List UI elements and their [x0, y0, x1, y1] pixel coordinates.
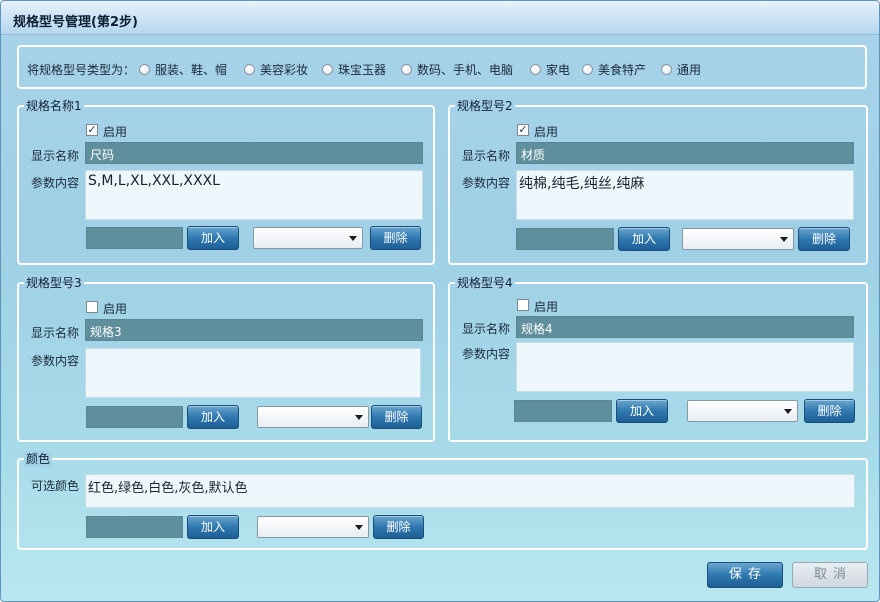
- checkmark-icon: ✓: [87, 123, 97, 136]
- spec2-enable-label: 启用: [534, 125, 559, 139]
- spec4-delete-button[interactable]: 删除: [804, 399, 855, 423]
- radio-icon[interactable]: [582, 64, 593, 75]
- chevron-down-icon: [355, 415, 363, 420]
- spec3-params-label: 参数内容: [31, 354, 80, 368]
- spec-type-label: 将规格型号类型为：: [27, 63, 136, 77]
- spec1-enable-label: 启用: [103, 125, 128, 139]
- checkmark-icon: ✓: [518, 123, 528, 136]
- color-legend: 颜色: [24, 451, 53, 467]
- color-options-label: 可选颜色: [31, 479, 80, 493]
- spec4-new-param-input[interactable]: [514, 400, 612, 422]
- spec3-display-name-input[interactable]: 规格3: [85, 319, 423, 341]
- radio-icon[interactable]: [661, 64, 672, 75]
- chevron-down-icon: [355, 525, 363, 530]
- spec-type-selector: 将规格型号类型为： 服装、鞋、帽 美容彩妆 珠宝玉器 数码、手机、电脑 家电 美…: [17, 45, 867, 89]
- spec4-display-name-label: 显示名称: [462, 322, 511, 336]
- spec2-param-select[interactable]: [682, 228, 794, 250]
- spec2-panel: 规格型号2 ✓ 启用 显示名称 材质 参数内容 纯棉,纯毛,纯丝,纯麻 加入 删…: [448, 98, 868, 265]
- spec3-add-button[interactable]: 加入: [187, 405, 239, 429]
- spec1-new-param-input[interactable]: [86, 227, 183, 249]
- spec1-enable-checkbox[interactable]: ✓: [86, 124, 98, 136]
- spec3-delete-button[interactable]: 删除: [371, 405, 422, 429]
- spec1-add-button[interactable]: 加入: [187, 226, 239, 250]
- spec1-display-name-label: 显示名称: [31, 149, 80, 163]
- cancel-button[interactable]: 取消: [792, 562, 868, 588]
- spec3-params-textarea[interactable]: [85, 348, 421, 398]
- spec1-param-select[interactable]: [253, 227, 363, 249]
- spec2-legend: 规格型号2: [455, 98, 515, 114]
- radio-option-general[interactable]: 通用: [661, 61, 701, 78]
- radio-option-appliances[interactable]: 家电: [530, 61, 570, 78]
- spec-manager-window: 规格型号管理(第2步) 将规格型号类型为： 服装、鞋、帽 美容彩妆 珠宝玉器 数…: [0, 0, 880, 602]
- spec4-legend: 规格型号4: [455, 275, 515, 291]
- color-options-textarea[interactable]: 红色,绿色,白色,灰色,默认色: [85, 474, 855, 508]
- window-title: 规格型号管理(第2步): [13, 15, 138, 30]
- spec2-display-name-input[interactable]: 材质: [516, 142, 854, 164]
- title-bar: 规格型号管理(第2步): [1, 1, 879, 35]
- save-button[interactable]: 保存: [707, 562, 783, 588]
- spec3-enable-label: 启用: [103, 302, 128, 316]
- color-add-button[interactable]: 加入: [187, 515, 239, 539]
- spec1-panel: 规格名称1 ✓ 启用 显示名称 尺码 参数内容 S,M,L,XL,XXL,XXX…: [17, 98, 435, 265]
- spec4-enable-label: 启用: [534, 300, 559, 314]
- color-option-select[interactable]: [257, 516, 369, 538]
- chevron-down-icon: [349, 236, 357, 241]
- spec3-new-param-input[interactable]: [86, 406, 183, 428]
- radio-icon[interactable]: [139, 64, 150, 75]
- spec2-delete-button[interactable]: 删除: [798, 227, 850, 251]
- radio-icon[interactable]: [401, 64, 412, 75]
- radio-option-digital[interactable]: 数码、手机、电脑: [401, 61, 513, 78]
- spec4-add-button[interactable]: 加入: [616, 399, 668, 423]
- spec1-params-label: 参数内容: [31, 176, 80, 190]
- color-new-option-input[interactable]: [86, 516, 183, 538]
- radio-option-jewelry[interactable]: 珠宝玉器: [322, 61, 386, 78]
- spec1-legend: 规格名称1: [24, 98, 84, 114]
- spec3-display-name-label: 显示名称: [31, 326, 80, 340]
- spec1-params-textarea[interactable]: S,M,L,XL,XXL,XXXL: [85, 170, 423, 220]
- spec4-panel: 规格型号4 启用 显示名称 规格4 参数内容 加入 删除: [448, 275, 868, 442]
- spec2-display-name-label: 显示名称: [462, 149, 511, 163]
- color-delete-button[interactable]: 删除: [373, 515, 424, 539]
- radio-option-clothing[interactable]: 服装、鞋、帽: [139, 61, 227, 78]
- spec1-delete-button[interactable]: 删除: [370, 226, 421, 250]
- spec4-params-textarea[interactable]: [516, 342, 854, 392]
- color-panel: 颜色 可选颜色 红色,绿色,白色,灰色,默认色 加入 删除: [17, 451, 868, 550]
- spec3-panel: 规格型号3 启用 显示名称 规格3 参数内容 加入 删除: [17, 275, 435, 442]
- spec2-enable-checkbox[interactable]: ✓: [517, 124, 529, 136]
- spec2-new-param-input[interactable]: [516, 228, 614, 250]
- spec2-params-textarea[interactable]: 纯棉,纯毛,纯丝,纯麻: [516, 170, 854, 220]
- spec4-params-label: 参数内容: [462, 347, 511, 361]
- chevron-down-icon: [780, 237, 788, 242]
- radio-option-cosmetics[interactable]: 美容彩妆: [244, 61, 308, 78]
- spec3-legend: 规格型号3: [24, 275, 84, 291]
- spec3-enable-checkbox[interactable]: [86, 301, 98, 313]
- radio-option-food[interactable]: 美食特产: [582, 61, 646, 78]
- radio-icon[interactable]: [530, 64, 541, 75]
- spec4-display-name-input[interactable]: 规格4: [516, 316, 854, 338]
- radio-icon[interactable]: [244, 64, 255, 75]
- radio-icon[interactable]: [322, 64, 333, 75]
- chevron-down-icon: [784, 409, 792, 414]
- spec2-params-label: 参数内容: [462, 176, 511, 190]
- spec1-display-name-input[interactable]: 尺码: [85, 142, 423, 164]
- spec3-param-select[interactable]: [257, 406, 369, 428]
- spec2-add-button[interactable]: 加入: [618, 227, 670, 251]
- spec4-param-select[interactable]: [687, 400, 798, 422]
- spec4-enable-checkbox[interactable]: [517, 299, 529, 311]
